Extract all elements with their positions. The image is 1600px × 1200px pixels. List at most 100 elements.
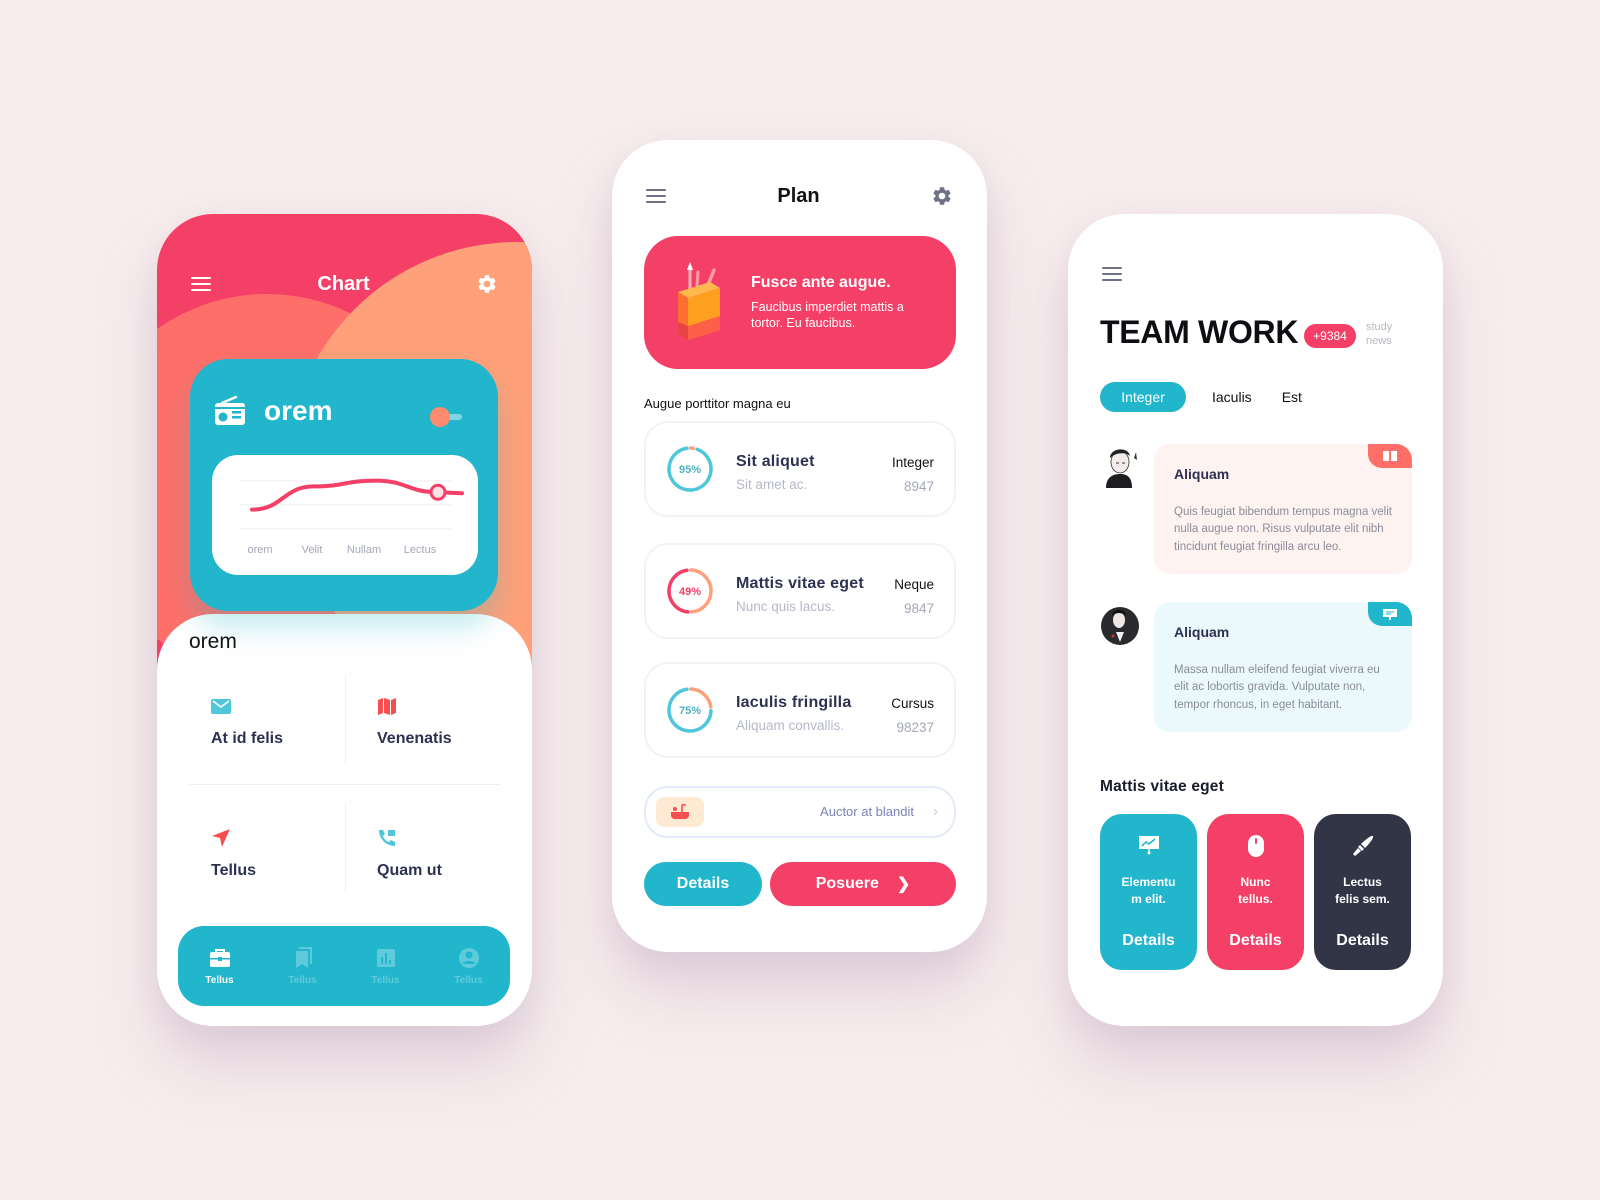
x-tick-label: Velit bbox=[302, 544, 323, 556]
task-card[interactable]: 75% Iaculis fringilla Aliquam convallis.… bbox=[644, 662, 956, 758]
nav-item-chart[interactable]: Tellus bbox=[344, 926, 427, 1006]
message-badge bbox=[1368, 602, 1412, 626]
hamburger-icon[interactable] bbox=[646, 189, 666, 203]
auctor-link-row[interactable]: Auctor at blandit › bbox=[644, 786, 956, 838]
progress-ring: 49% bbox=[667, 568, 713, 614]
message-card[interactable]: Aliquam Massa nullam eleifend feugiat vi… bbox=[1154, 602, 1412, 732]
toggle-switch[interactable] bbox=[430, 407, 464, 427]
tab-integer[interactable]: Integer bbox=[1100, 382, 1186, 412]
tile-lectus[interactable]: Lectus felis sem. Details bbox=[1314, 814, 1411, 970]
details-button[interactable]: Details bbox=[644, 862, 762, 906]
nav-label: Tellus bbox=[371, 974, 400, 986]
presentation-chart-icon bbox=[1138, 836, 1159, 855]
grid-item-tellus[interactable]: Tellus bbox=[189, 806, 345, 916]
nav-label: Tellus bbox=[205, 974, 234, 986]
mouse-icon bbox=[1247, 835, 1264, 857]
nav-item-briefcase[interactable]: Tellus bbox=[178, 926, 261, 1006]
hamburger-icon[interactable] bbox=[191, 277, 211, 291]
message-author: Aliquam bbox=[1174, 466, 1230, 482]
bathtub-badge bbox=[656, 797, 704, 827]
chevron-right-icon: ❯ bbox=[896, 876, 911, 893]
card-title: orem bbox=[264, 395, 333, 426]
grid-item-quam-ut[interactable]: Quam ut bbox=[355, 806, 511, 916]
x-tick-label: orem bbox=[247, 544, 272, 556]
presentation-icon bbox=[1383, 609, 1397, 620]
progress-label: 49% bbox=[679, 586, 701, 598]
grid-item-venenatis[interactable]: Venenatis bbox=[355, 674, 511, 784]
message-text: Quis feugiat bibendum tempus magna velit… bbox=[1174, 506, 1392, 553]
avatar[interactable] bbox=[1100, 444, 1140, 488]
grid-item-label: At id felis bbox=[211, 730, 284, 747]
posuere-button[interactable]: Posuere ❯ bbox=[770, 862, 956, 906]
nav-label: Tellus bbox=[288, 974, 317, 986]
mail-icon bbox=[211, 699, 231, 714]
banner-title: Fusce ante augue. bbox=[751, 274, 891, 291]
task-card[interactable]: 49% Mattis vitae eget Nunc quis lacus. N… bbox=[644, 543, 956, 639]
progress-label: 95% bbox=[679, 464, 701, 476]
task-category: Cursus bbox=[891, 696, 934, 711]
count-badge: +9384 bbox=[1304, 324, 1356, 348]
grid-item-at-id-felis[interactable]: At id felis bbox=[189, 674, 345, 784]
tab-est[interactable]: Est bbox=[1282, 382, 1302, 412]
tab-iaculis[interactable]: Iaculis bbox=[1212, 382, 1252, 412]
section-title: Augue porttitor magna eu bbox=[644, 396, 791, 411]
map-icon bbox=[378, 698, 396, 715]
radio-icon bbox=[215, 395, 245, 425]
nav-item-bookmarks[interactable]: Tellus bbox=[261, 926, 344, 1006]
promo-banner[interactable]: Fusce ante augue. Faucibus imperdiet mat… bbox=[644, 236, 956, 369]
line-chart-svg: orem Velit Nullam Lectus bbox=[240, 478, 464, 556]
navigation-arrow-icon bbox=[212, 829, 230, 847]
bookmarks-icon bbox=[295, 946, 312, 968]
button-label: Posuere bbox=[815, 875, 879, 892]
message-badge bbox=[1368, 444, 1412, 468]
chevron-right-icon: › bbox=[933, 803, 938, 820]
team-work-screen: TEAM WORK +9384 study news Integer Iacul… bbox=[1068, 214, 1443, 1026]
divider bbox=[345, 802, 346, 892]
message-text: Massa nullam eleifend feugiat viverra eu… bbox=[1174, 664, 1380, 711]
button-label: Details bbox=[676, 875, 730, 892]
badge-caption: study news bbox=[1366, 321, 1392, 349]
feature-grid: At id felis Venenatis Tellus Quam ut bbox=[189, 674, 501, 904]
task-category: Neque bbox=[894, 577, 934, 592]
grid-item-label: Quam ut bbox=[377, 862, 442, 879]
task-number: 9847 bbox=[903, 601, 934, 616]
x-tick-label: Nullam bbox=[347, 544, 381, 556]
top-bar: Chart bbox=[157, 264, 532, 304]
plan-screen: Plan Fusce ante augue. Faucibus imperdie… bbox=[612, 140, 987, 952]
nav-item-account[interactable]: Tellus bbox=[427, 926, 510, 1006]
page-title: Chart bbox=[317, 272, 370, 295]
task-category: Integer bbox=[891, 455, 934, 470]
task-card[interactable]: 95% Sit aliquet Sit amet ac. Integer 894… bbox=[644, 421, 956, 517]
tile-elementum[interactable]: Elementu m elit. Details bbox=[1100, 814, 1197, 970]
account-icon bbox=[458, 947, 479, 968]
chart-screen: Chart orem orem Velit Nullam Lectus orem bbox=[157, 214, 532, 1026]
tile-details-button[interactable]: Details bbox=[1100, 932, 1197, 950]
gear-icon[interactable] bbox=[476, 273, 498, 295]
message-card[interactable]: Aliquam Quis feugiat bibendum tempus mag… bbox=[1154, 444, 1412, 574]
tile-details-button[interactable]: Details bbox=[1207, 932, 1304, 950]
data-point-highlight bbox=[429, 483, 447, 501]
section-title: Mattis vitae eget bbox=[1100, 778, 1224, 795]
task-subtitle: Aliquam convallis. bbox=[736, 718, 845, 733]
bathtub-icon bbox=[671, 803, 689, 819]
page-title: TEAM WORK bbox=[1100, 314, 1299, 350]
task-title: Iaculis fringilla bbox=[736, 694, 852, 711]
nav-label: Tellus bbox=[454, 974, 483, 986]
tab-bar: Integer Iaculis Est bbox=[1100, 382, 1332, 412]
section-title: orem bbox=[189, 630, 237, 653]
phone-forward-icon bbox=[379, 830, 395, 846]
tile-details-button[interactable]: Details bbox=[1314, 932, 1411, 950]
gear-icon[interactable] bbox=[931, 185, 953, 207]
divider bbox=[345, 674, 346, 764]
tile-text: Nunc tellus. bbox=[1238, 875, 1273, 906]
avatar[interactable] bbox=[1100, 602, 1140, 646]
briefcase-icon bbox=[209, 948, 230, 967]
tile-nunc[interactable]: Nunc tellus. Details bbox=[1207, 814, 1304, 970]
tile-text: Lectus felis sem. bbox=[1335, 875, 1390, 906]
task-subtitle: Sit amet ac. bbox=[736, 477, 808, 492]
task-subtitle: Nunc quis lacus. bbox=[736, 599, 836, 614]
hamburger-icon[interactable] bbox=[1102, 267, 1122, 281]
divider bbox=[189, 784, 501, 785]
x-tick-label: Lectus bbox=[404, 544, 437, 556]
banner-subtitle: Faucibus imperdiet mattis a tortor. Eu f… bbox=[751, 300, 904, 330]
